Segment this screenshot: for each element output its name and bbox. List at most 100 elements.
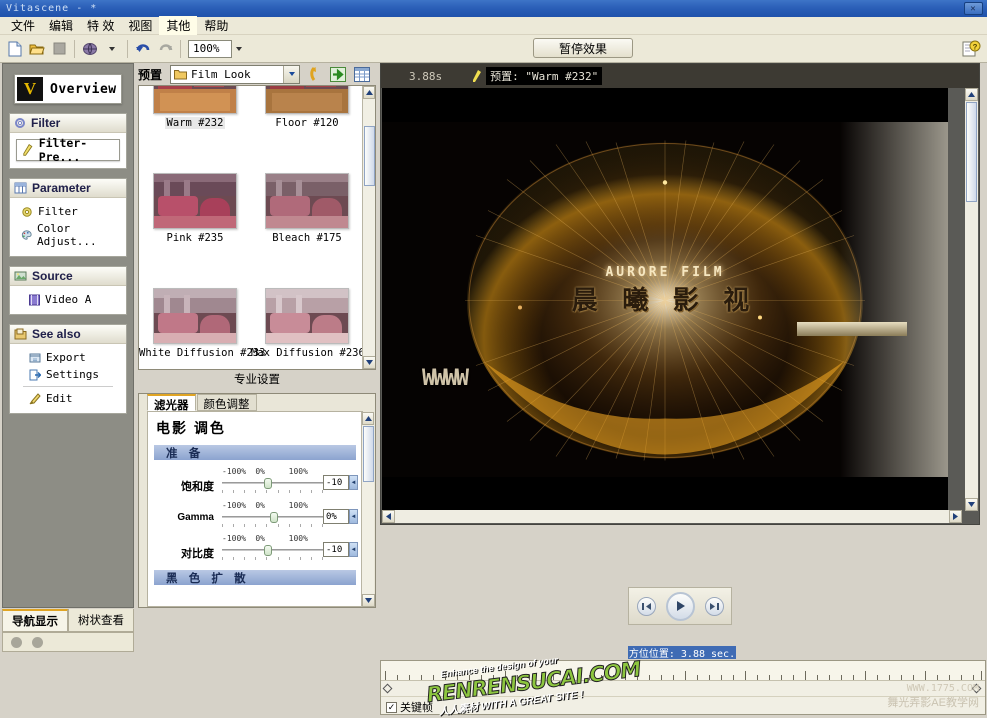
menu-item-view[interactable]: 视图 [121, 16, 159, 35]
toolbar-separator-2 [127, 39, 128, 58]
stop-icon[interactable] [48, 38, 70, 59]
menu-item-effects[interactable]: 特 效 [80, 16, 121, 35]
slider-knob[interactable] [264, 545, 273, 556]
scroll-up-icon[interactable] [965, 88, 978, 101]
tick-mid: 0% [255, 467, 265, 476]
keyframe-checkbox-row[interactable]: ✓ 关键帧 [386, 699, 433, 715]
slider-track[interactable] [222, 512, 323, 523]
overview-button[interactable]: V Overview [14, 74, 122, 104]
globe-dropdown-icon[interactable] [101, 38, 123, 59]
scroll-down-icon[interactable] [965, 498, 978, 511]
scroll-down-icon[interactable] [363, 356, 375, 369]
play-icon[interactable] [665, 591, 695, 621]
preset-folder-select[interactable]: Film Look [170, 64, 301, 84]
group-header-filter[interactable]: Filter [10, 114, 126, 133]
menu-item-help[interactable]: 帮助 [197, 16, 235, 35]
sidebar-item-filter-preset[interactable]: Filter-Pre... [16, 136, 120, 164]
preset-import-icon[interactable] [328, 65, 348, 84]
menu-item-other[interactable]: 其他 [159, 16, 198, 35]
zoom-level-input[interactable]: 100% [188, 39, 232, 58]
group-header-parameter[interactable]: Parameter [10, 179, 126, 198]
preview-horizontal-scrollbar[interactable] [382, 510, 962, 523]
preset-grid-view-icon[interactable] [352, 65, 372, 84]
tab-filter[interactable]: 滤光器 [147, 394, 196, 412]
globe-icon[interactable] [79, 38, 101, 59]
group-header-see-also[interactable]: See also [10, 325, 126, 344]
tick-max: 100% [288, 534, 308, 543]
scroll-thumb[interactable] [966, 102, 977, 202]
parameter-vertical-scrollbar[interactable] [361, 412, 375, 607]
preset-vertical-scrollbar[interactable] [362, 86, 375, 369]
slider-body[interactable]: -100% 0% 100% [214, 501, 323, 527]
sidebar-item-color-adjust[interactable]: Color Adjust... [15, 220, 121, 250]
preset-item[interactable]: Max Diffusion #236 [251, 282, 365, 359]
slider-value-input[interactable]: 0% [323, 509, 349, 524]
sidebar-item-export[interactable]: Export [15, 349, 121, 366]
scroll-up-icon[interactable] [362, 412, 374, 425]
slider-body[interactable]: -100% 0% 100% [214, 467, 323, 493]
slider-value-input[interactable]: -10 [323, 475, 349, 490]
slider-ticks: -100% 0% 100% [222, 534, 323, 543]
timeline-ruler[interactable] [381, 661, 985, 681]
tab-tree-view[interactable]: 树状查看 [68, 609, 134, 632]
slider-track[interactable] [222, 545, 323, 556]
tab-color-adjust[interactable]: 颜色调整 [196, 394, 257, 411]
preset-thumbnail-grid[interactable]: Warm #232 Floor #120 Pink #235 Bleach #1… [138, 85, 376, 370]
new-document-icon[interactable] [4, 38, 26, 59]
group-header-source[interactable]: Source [10, 267, 126, 286]
keyframe-marker-end[interactable] [971, 683, 982, 694]
slider-track[interactable] [222, 478, 323, 489]
preset-up-arrow-icon[interactable] [304, 65, 324, 84]
keyframe-marker-start[interactable] [382, 683, 393, 694]
sidebar-item-video-a[interactable]: Video A [15, 291, 121, 308]
preset-item[interactable]: Floor #120 [251, 86, 363, 129]
sidebar-item-edit[interactable]: Edit [15, 390, 121, 407]
preset-name: White Diffusion #233 [139, 347, 266, 359]
preset-item[interactable]: Bleach #175 [251, 167, 363, 244]
preset-name: Warm #232 [164, 117, 226, 129]
scroll-thumb[interactable] [364, 126, 375, 186]
sidebar-item-settings[interactable]: Settings [15, 366, 121, 383]
slider-knob[interactable] [264, 478, 273, 489]
menu-item-file[interactable]: 文件 [4, 16, 42, 35]
video-preview[interactable]: AURORE FILM 晨 曦 影 视 WWWW [382, 88, 948, 511]
zoom-dropdown-icon[interactable] [232, 40, 246, 58]
sidebar-group-source: Source Video A [9, 266, 127, 315]
slider-knob[interactable] [270, 512, 279, 523]
slider-spinner-icon[interactable]: ◄ [349, 475, 358, 490]
preset-item[interactable]: White Diffusion #233 [139, 282, 266, 359]
tab-navigation-display[interactable]: 导航显示 [2, 609, 68, 632]
undo-icon[interactable] [132, 38, 154, 59]
keyframe-checkbox[interactable]: ✓ [386, 701, 397, 713]
preset-item[interactable]: Pink #235 [139, 167, 251, 244]
overview-label: Overview [50, 81, 117, 97]
step-back-icon[interactable] [636, 596, 656, 616]
item-label: Filter-Pre... [38, 136, 88, 164]
slider-value-input[interactable]: -10 [323, 542, 349, 557]
scroll-thumb[interactable] [363, 426, 374, 482]
chevron-down-icon[interactable] [283, 65, 300, 83]
scroll-left-icon[interactable] [382, 510, 395, 523]
slider-spinner-icon[interactable]: ◄ [349, 509, 358, 524]
keyframe-row[interactable] [381, 681, 985, 697]
help-icon[interactable]: ? [961, 39, 981, 59]
scroll-up-icon[interactable] [363, 86, 375, 99]
preset-item[interactable]: Warm #232 [139, 86, 251, 129]
sidebar-item-filter[interactable]: Filter [15, 203, 121, 220]
preview-vertical-scrollbar[interactable] [965, 88, 978, 511]
close-button[interactable]: ✕ [964, 2, 983, 15]
open-folder-icon[interactable] [26, 38, 48, 59]
pause-effect-button[interactable]: 暂停效果 [533, 38, 633, 58]
scroll-down-icon[interactable] [362, 594, 375, 607]
scroll-right-icon[interactable] [949, 510, 962, 523]
slider-ticks: -100% 0% 100% [222, 467, 323, 476]
video-stage: AURORE FILM 晨 曦 影 视 WWWW [382, 122, 948, 477]
slider-body[interactable]: -100% 0% 100% [214, 534, 323, 560]
menu-item-edit[interactable]: 编辑 [42, 16, 80, 35]
preview-preset-text: 预置: "Warm #232" [486, 67, 603, 85]
item-label: Settings [46, 368, 99, 381]
slider-marks [222, 557, 323, 560]
redo-icon[interactable] [154, 38, 176, 59]
slider-spinner-icon[interactable]: ◄ [349, 542, 358, 557]
step-forward-icon[interactable] [704, 596, 724, 616]
